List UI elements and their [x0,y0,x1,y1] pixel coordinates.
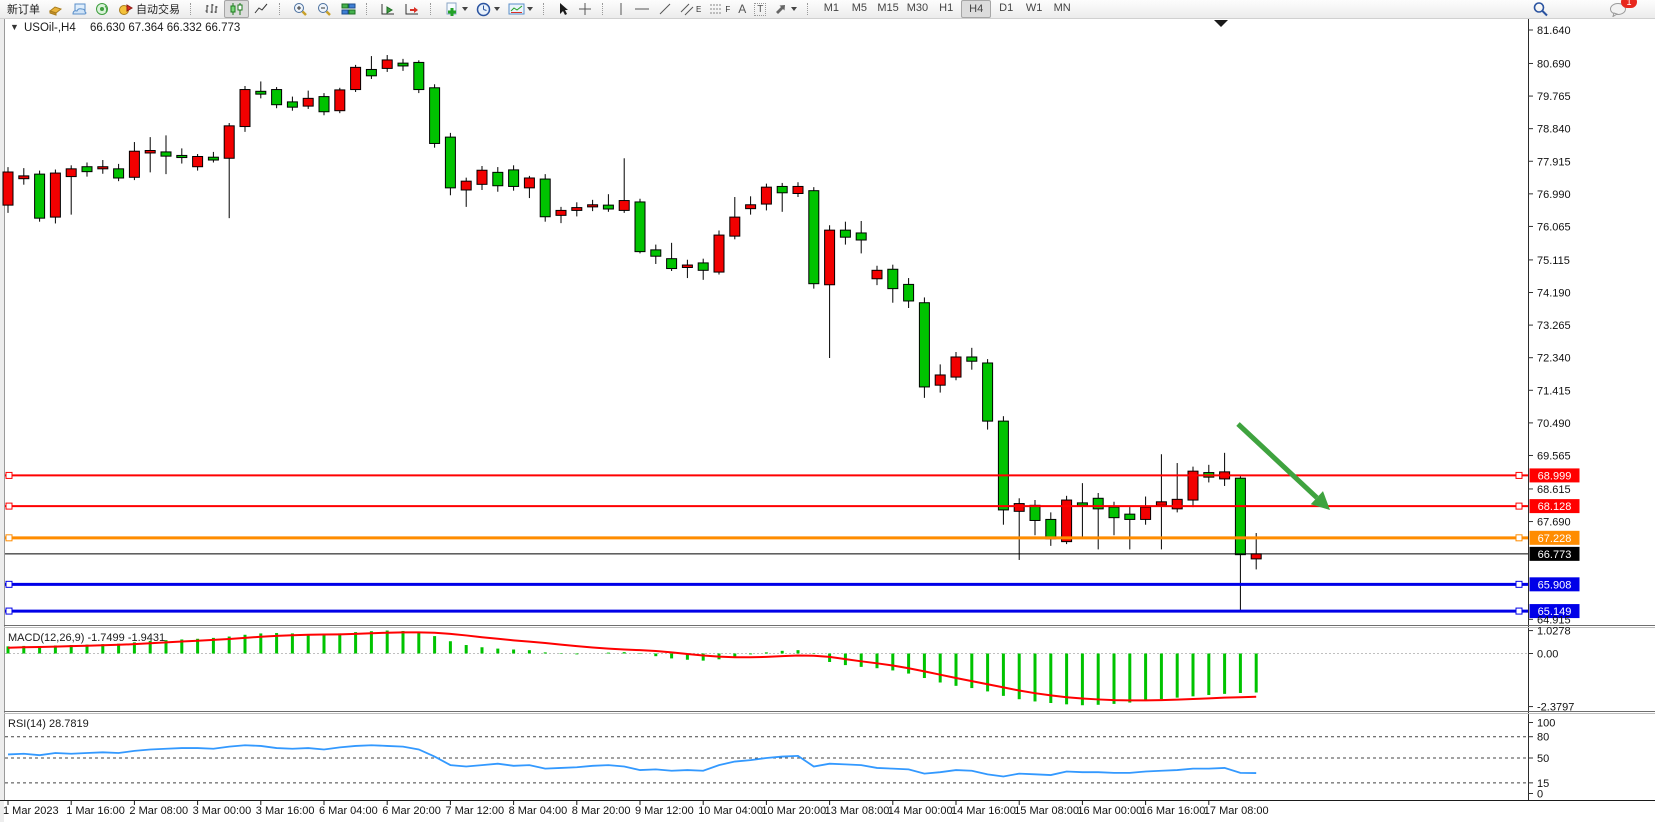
add-indicator-icon [444,2,460,17]
clock-icon [476,2,492,17]
search-icon [1532,1,1549,17]
macd-indicator-label: MACD(12,26,9) -1.7499 -1.9431 [8,632,165,644]
channel-icon [680,2,696,16]
arrow-shapes-icon [774,2,789,16]
template-icon [508,2,525,16]
timeframe-H1[interactable]: H1 [933,0,959,16]
chart-shift-button[interactable] [401,1,423,17]
vertical-line-icon [616,2,626,16]
templates-button[interactable] [505,1,536,17]
timeframe-MN[interactable]: MN [1049,0,1075,16]
chart-area[interactable] [5,32,1528,624]
signal-icon [95,2,110,16]
timeframe-M30[interactable]: M30 [904,0,931,16]
candlestick-chart-button[interactable] [224,0,249,18]
cursor-button[interactable] [554,1,573,17]
toolbar-separator [602,3,608,15]
toolbar-right-group: 1 [1528,1,1631,17]
timeframe-H4[interactable]: H4 [961,0,991,18]
toolbar-separator [279,3,285,15]
notification-badge: 1 [1621,0,1637,8]
left-edge [0,18,4,822]
fibonacci-button[interactable]: F [706,1,733,17]
time-axis[interactable] [0,801,1655,822]
timeframe-M5[interactable]: M5 [846,0,872,16]
indicators-button[interactable] [441,1,471,17]
rsi-indicator-label: RSI(14) 28.7819 [8,718,89,730]
indicators-caret-icon [462,7,468,11]
cursor-icon [557,2,570,16]
timeframe-D1[interactable]: D1 [993,0,1019,16]
trendline-button[interactable] [655,1,675,17]
periods-button[interactable] [473,1,503,17]
crosshair-button[interactable] [575,1,595,17]
timeframe-group: M1M5M15M30H1H4D1W1MN [817,0,1076,18]
tile-windows-button[interactable] [338,1,359,17]
new-chart-button[interactable] [45,1,66,17]
fibonacci-icon [709,2,725,16]
toolbar-separator [430,3,436,15]
periods-caret-icon [494,7,500,11]
gold-box-icon [48,2,63,16]
terminal-window: ▼ USOil-,H4 66.630 67.364 66.332 66.773 … [0,0,1655,822]
autotrading-button[interactable]: 自动交易 [115,1,183,17]
horizontal-line-icon [634,2,650,16]
autotrading-icon [118,2,133,16]
toolbar: 新订单 自动交易 [0,0,1655,19]
timeframe-W1[interactable]: W1 [1021,0,1047,16]
bar-chart-button[interactable] [201,1,222,17]
line-chart-button[interactable] [251,1,272,17]
chart-shift-icon [404,2,420,16]
toolbar-separator [807,3,813,15]
toolbar-separator [366,3,372,15]
zoom-in-button[interactable] [290,1,312,17]
toolbar-separator [543,3,549,15]
signals-button[interactable] [92,1,113,17]
toolbar-separator [190,3,196,15]
text-t-label: T [754,3,766,16]
notifications-button[interactable]: 1 [1606,1,1630,17]
line-chart-icon [254,2,269,16]
profiles-button[interactable] [68,1,90,17]
arrows-caret-icon [791,7,797,11]
timeframe-M15[interactable]: M15 [874,0,901,16]
bar-chart-icon [204,2,219,16]
text-label-button[interactable]: T [751,1,769,17]
autotrading-label: 自动交易 [136,1,180,17]
equidistant-channel-button[interactable]: E [677,1,704,17]
horizontal-line-button[interactable] [631,1,653,17]
charts-cloud-icon [71,2,87,16]
trendline-icon [658,2,672,16]
price-axis[interactable] [1530,19,1655,799]
tile-windows-icon [341,2,356,16]
candlestick-icon [229,2,244,16]
templates-caret-icon [527,7,533,11]
auto-scroll-button[interactable] [377,1,399,17]
text-button[interactable]: A [735,1,749,17]
fibo-f-label: F [725,5,730,14]
channel-e-label: E [696,5,701,14]
collapse-icon[interactable]: ▼ [10,22,19,32]
auto-scroll-icon [380,2,396,16]
vertical-line-button[interactable] [613,1,629,17]
timeframe-M1[interactable]: M1 [818,0,844,16]
chart-surface: ▼ USOil-,H4 66.630 67.364 66.332 66.773 … [0,0,1655,822]
crosshair-icon [578,2,592,16]
new-order-button[interactable]: 新订单 [1,1,43,17]
zoom-out-button[interactable] [314,1,336,17]
search-button[interactable] [1529,1,1552,17]
zoom-out-icon [317,2,333,17]
arrows-button[interactable] [771,1,800,17]
new-order-label: 新订单 [7,1,40,17]
text-a-label: A [738,2,746,16]
zoom-in-icon [293,2,309,17]
